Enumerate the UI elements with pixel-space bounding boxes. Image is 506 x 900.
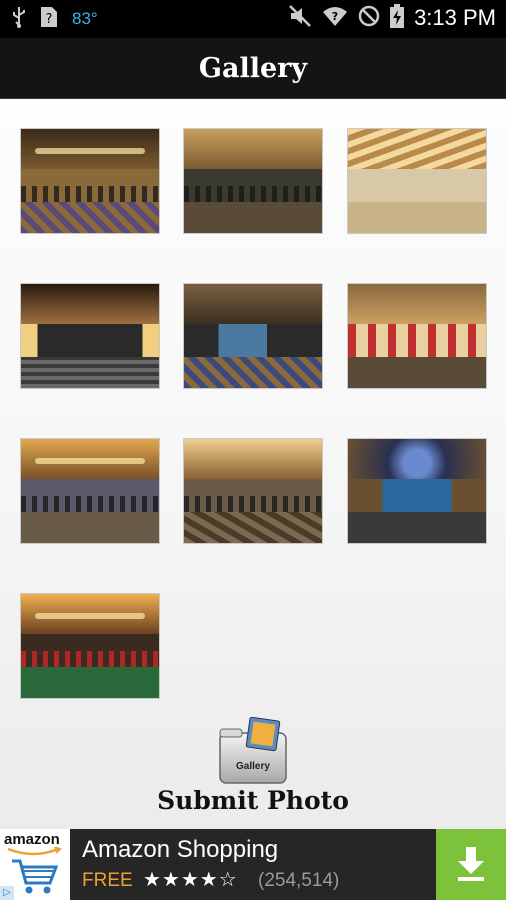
status-right: ? 3:13 PM (288, 4, 496, 32)
app-header: Gallery (0, 38, 506, 99)
status-bar: ? 83° ? 3:13 PM (0, 0, 506, 38)
ad-app-name[interactable]: Amazon Shopping (82, 836, 278, 864)
wifi-icon: ? (322, 5, 348, 31)
rating-stars: ★★★★☆ (143, 867, 238, 891)
gallery-thumbnail[interactable] (347, 438, 487, 544)
svg-text:?: ? (46, 12, 53, 27)
gallery-thumbnail[interactable] (20, 283, 160, 389)
submit-photo-label[interactable]: Submit Photo (0, 786, 506, 815)
mute-icon (288, 4, 312, 32)
usb-icon (12, 6, 26, 32)
battery-charging-icon (390, 4, 405, 32)
gallery-folder-caption: Gallery (236, 761, 270, 772)
unknown-notification-icon: ? (40, 6, 58, 32)
no-sim-icon (358, 5, 380, 31)
gallery-thumbnail[interactable] (20, 128, 160, 234)
svg-text:?: ? (332, 10, 338, 23)
status-left: ? 83° (12, 6, 98, 32)
gallery-folder-icon[interactable]: Gallery (218, 716, 288, 785)
ad-info-icon[interactable]: ▷ (0, 886, 14, 900)
gallery-thumbnail[interactable] (347, 128, 487, 234)
temperature-text: 83° (72, 9, 98, 28)
page-title: Gallery (198, 52, 308, 84)
gallery-thumbnail[interactable] (183, 283, 323, 389)
ad-price: FREE (82, 870, 133, 891)
gallery-thumbnail[interactable] (183, 128, 323, 234)
gallery-thumbnail[interactable] (183, 438, 323, 544)
download-button[interactable] (436, 829, 506, 900)
clock: 3:13 PM (414, 5, 496, 30)
amazon-logo-text: amazon (4, 831, 60, 848)
shopping-cart-icon (10, 857, 59, 899)
ad-banner[interactable]: amazon ▷ Amazon Shopping FREE ★★★★☆ (254… (0, 829, 506, 900)
gallery-thumbnail[interactable] (347, 283, 487, 389)
rating-count: (254,514) (258, 870, 340, 891)
download-icon (456, 847, 486, 885)
gallery-thumbnail[interactable] (20, 593, 160, 699)
gallery-thumbnail[interactable] (20, 438, 160, 544)
